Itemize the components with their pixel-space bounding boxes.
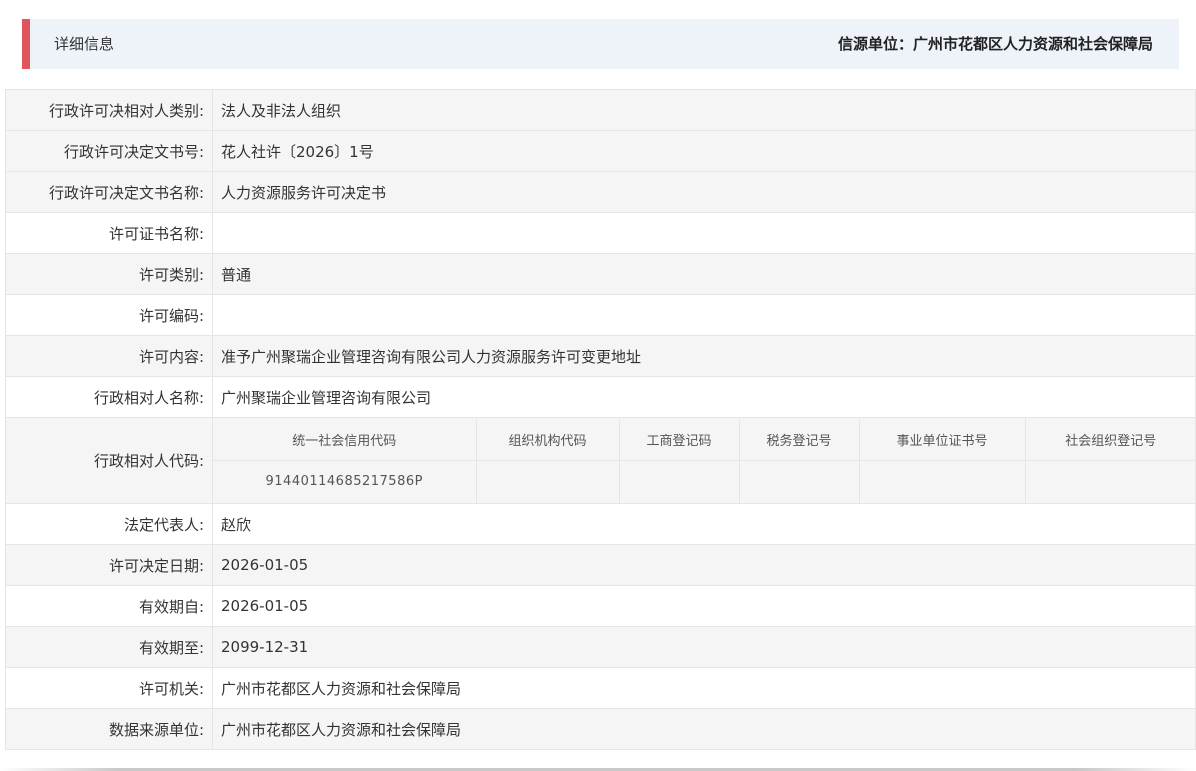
code-table-value-row: 91440114685217586P xyxy=(213,460,1196,503)
header-accent-bar xyxy=(22,19,30,69)
field-label: 行政许可决定文书名称: xyxy=(5,171,213,213)
field-value: 广州聚瑞企业管理咨询有限公司 xyxy=(212,376,1196,418)
field-label: 行政许可决定文书号: xyxy=(5,130,213,172)
code-value xyxy=(738,460,860,503)
table-row: 许可机关: 广州市花都区人力资源和社会保障局 xyxy=(5,667,1196,709)
field-label: 法定代表人: xyxy=(5,503,213,545)
field-label: 行政相对人名称: xyxy=(5,376,213,418)
field-value xyxy=(212,212,1196,254)
code-table-cell: 统一社会信用代码 组织机构代码 工商登记码 税务登记号 事业单位证书号 社会组织… xyxy=(212,417,1196,504)
field-value xyxy=(212,294,1196,336)
field-value: 法人及非法人组织 xyxy=(212,89,1196,131)
field-label: 数据来源单位: xyxy=(5,708,213,750)
field-label: 许可内容: xyxy=(5,335,213,377)
table-row: 行政许可决定文书号: 花人社许〔2026〕1号 xyxy=(5,130,1196,172)
code-table: 统一社会信用代码 组织机构代码 工商登记码 税务登记号 事业单位证书号 社会组织… xyxy=(213,418,1196,503)
code-table-header-row: 统一社会信用代码 组织机构代码 工商登记码 税务登记号 事业单位证书号 社会组织… xyxy=(213,418,1196,461)
table-row: 行政许可决定文书名称: 人力资源服务许可决定书 xyxy=(5,171,1196,213)
field-label: 行政相对人代码: xyxy=(5,417,213,504)
field-value: 花人社许〔2026〕1号 xyxy=(212,130,1196,172)
code-value: 91440114685217586P xyxy=(213,460,477,503)
field-value: 赵欣 xyxy=(212,503,1196,545)
field-label: 许可机关: xyxy=(5,667,213,709)
table-row: 许可证书名称: xyxy=(5,212,1196,254)
code-value xyxy=(1024,460,1196,503)
field-label: 行政许可决相对人类别: xyxy=(5,89,213,131)
table-row: 有效期至: 2099-12-31 xyxy=(5,626,1196,668)
field-value: 2026-01-05 xyxy=(212,544,1196,586)
table-row: 有效期自: 2026-01-05 xyxy=(5,585,1196,627)
field-label: 许可类别: xyxy=(5,253,213,295)
field-value: 人力资源服务许可决定书 xyxy=(212,171,1196,213)
table-row: 行政许可决相对人类别: 法人及非法人组织 xyxy=(5,89,1196,131)
table-row: 许可类别: 普通 xyxy=(5,253,1196,295)
table-row: 许可决定日期: 2026-01-05 xyxy=(5,544,1196,586)
field-value: 准予广州聚瑞企业管理咨询有限公司人力资源服务许可变更地址 xyxy=(212,335,1196,377)
code-header: 统一社会信用代码 xyxy=(213,418,477,461)
code-header: 社会组织登记号 xyxy=(1024,418,1196,461)
code-value xyxy=(618,460,740,503)
field-value: 普通 xyxy=(212,253,1196,295)
code-header: 事业单位证书号 xyxy=(858,418,1026,461)
table-row: 数据来源单位: 广州市花都区人力资源和社会保障局 xyxy=(5,708,1196,750)
source-unit-name: 广州市花都区人力资源和社会保障局 xyxy=(912,35,1153,53)
field-label: 有效期自: xyxy=(5,585,213,627)
source-unit: 信源单位：广州市花都区人力资源和社会保障局 xyxy=(838,19,1153,69)
table-row: 许可内容: 准予广州聚瑞企业管理咨询有限公司人力资源服务许可变更地址 xyxy=(5,335,1196,377)
code-header: 组织机构代码 xyxy=(475,418,620,461)
source-unit-label: 信源单位： xyxy=(837,35,913,53)
detail-table: 行政许可决相对人类别: 法人及非法人组织 行政许可决定文书号: 花人社许〔202… xyxy=(5,89,1196,750)
table-row-code: 行政相对人代码: 统一社会信用代码 组织机构代码 工商登记码 税务登记号 事业单… xyxy=(5,417,1196,504)
page-title: 详细信息 xyxy=(54,35,115,53)
field-value: 广州市花都区人力资源和社会保障局 xyxy=(212,667,1196,709)
table-row: 法定代表人: 赵欣 xyxy=(5,503,1196,545)
detail-header: 详细信息 信源单位：广州市花都区人力资源和社会保障局 xyxy=(22,19,1179,69)
field-value: 2099-12-31 xyxy=(212,626,1196,668)
field-label: 许可证书名称: xyxy=(5,212,213,254)
field-label: 许可决定日期: xyxy=(5,544,213,586)
code-value xyxy=(475,460,620,503)
field-label: 许可编码: xyxy=(5,294,213,336)
field-label: 有效期至: xyxy=(5,626,213,668)
table-row: 许可编码: xyxy=(5,294,1196,336)
code-header: 工商登记码 xyxy=(618,418,740,461)
field-value: 2026-01-05 xyxy=(212,585,1196,627)
code-header: 税务登记号 xyxy=(738,418,860,461)
table-row: 行政相对人名称: 广州聚瑞企业管理咨询有限公司 xyxy=(5,376,1196,418)
field-value: 广州市花都区人力资源和社会保障局 xyxy=(212,708,1196,750)
code-value xyxy=(858,460,1026,503)
